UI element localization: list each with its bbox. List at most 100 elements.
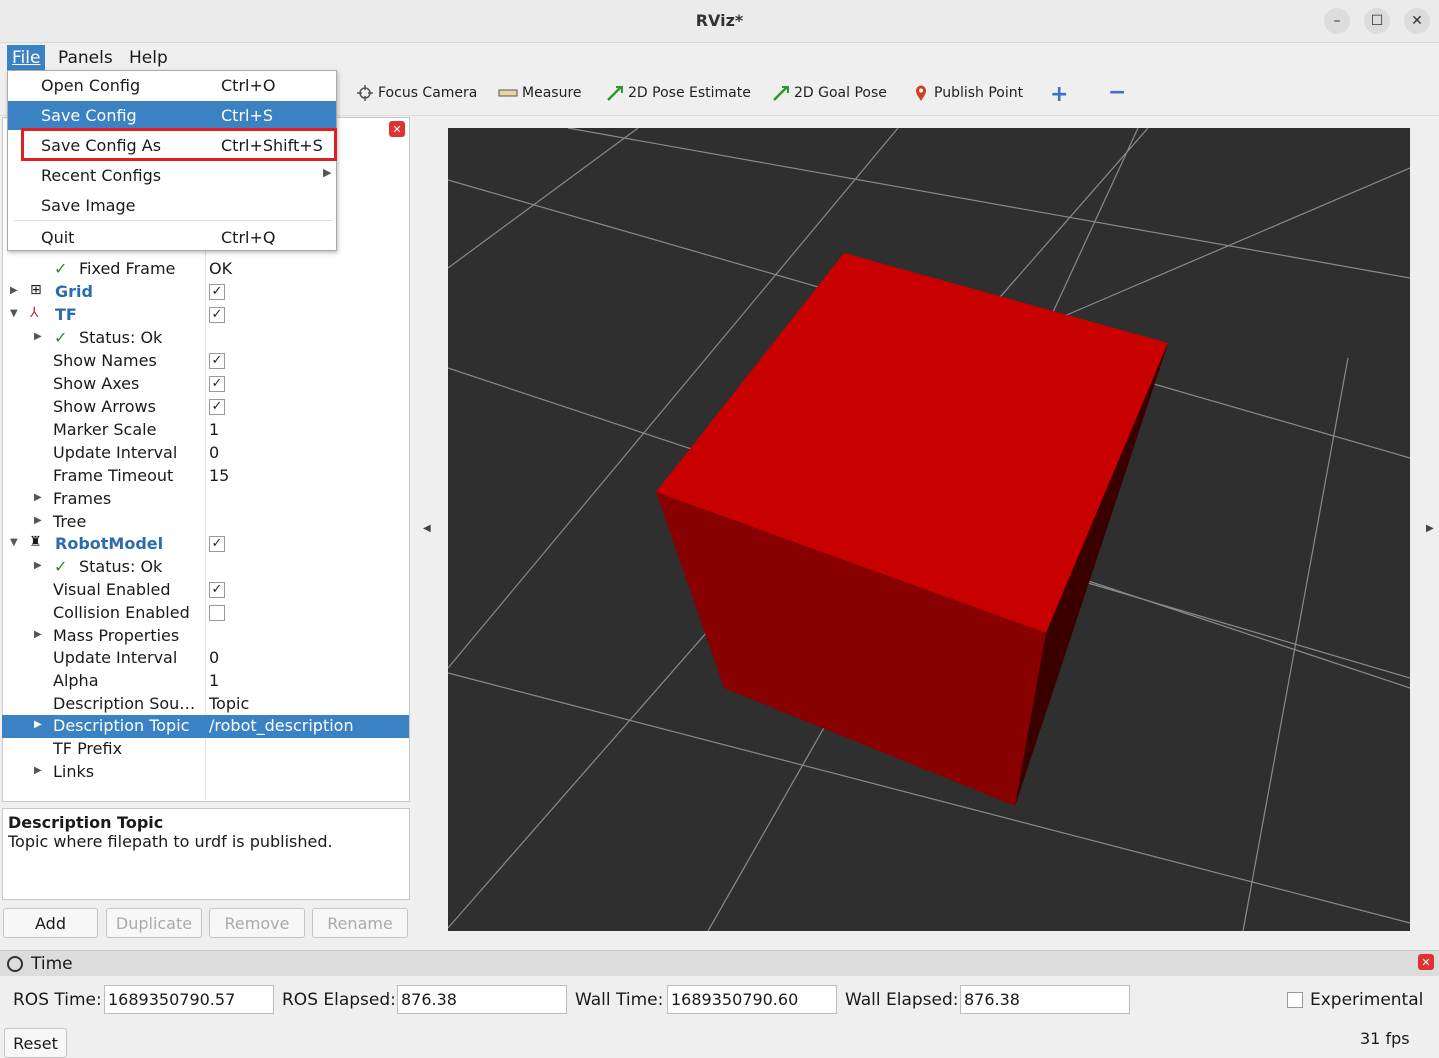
row-checkbox[interactable]: ✓	[209, 307, 225, 323]
add-tool-button[interactable]: +	[1050, 82, 1068, 107]
menu-panels[interactable]: Panels	[53, 45, 118, 70]
ros-time-label: ROS Time:	[13, 990, 102, 1010]
publish-point-tool[interactable]: Publish Point	[912, 84, 1023, 102]
green-arrow-icon	[772, 84, 790, 102]
row-value[interactable]: 1	[209, 671, 219, 690]
expand-arrow-icon[interactable]: ▶	[10, 285, 18, 296]
wall-time-label: Wall Time:	[575, 990, 664, 1010]
experimental-checkbox[interactable]	[1287, 992, 1303, 1008]
ros-elapsed-field[interactable]: 876.38	[397, 985, 567, 1014]
collapse-right-icon[interactable]: ▶	[1426, 523, 1434, 534]
duplicate-button[interactable]: Duplicate	[106, 908, 202, 938]
menu-file[interactable]: File	[7, 45, 46, 70]
tree-row[interactable]: ▶ Links	[2, 761, 409, 784]
tree-row[interactable]: TF Prefix	[2, 738, 409, 761]
row-value[interactable]: 0	[209, 648, 219, 667]
collapse-left-icon[interactable]: ◀	[423, 523, 431, 534]
window-titlebar: RViz* – ☐ ✕	[0, 0, 1439, 43]
menu-item-quit[interactable]: Quit Ctrl+Q	[8, 223, 336, 252]
focus-camera-tool[interactable]: Focus Camera	[356, 84, 477, 102]
minimize-button[interactable]: –	[1324, 8, 1350, 34]
measure-tool[interactable]: Measure	[498, 84, 582, 102]
tree-row[interactable]: Update Interval 0	[2, 442, 409, 465]
add-button[interactable]: Add	[3, 908, 98, 938]
tree-row-selected[interactable]: ▶ Description Topic /robot_description	[2, 715, 409, 738]
row-label: RobotModel	[55, 534, 164, 553]
tree-row[interactable]: Update Interval 0	[2, 647, 409, 670]
tree-row[interactable]: Visual Enabled ✓	[2, 579, 409, 602]
remove-button[interactable]: Remove	[209, 908, 305, 938]
pose-estimate-tool[interactable]: 2D Pose Estimate	[606, 84, 751, 102]
menu-item-save-config[interactable]: Save Config Ctrl+S	[8, 101, 336, 130]
collapse-arrow-icon[interactable]: ▼	[10, 308, 18, 319]
expand-arrow-icon[interactable]: ▶	[34, 765, 42, 776]
render-view[interactable]	[448, 128, 1410, 931]
reset-button[interactable]: Reset	[4, 1028, 67, 1058]
time-close-icon[interactable]: ✕	[1418, 954, 1434, 970]
wall-time-field[interactable]: 1689350790.60	[667, 985, 837, 1014]
row-value[interactable]: /robot_description	[209, 716, 354, 735]
expand-arrow-icon[interactable]: ▶	[34, 629, 42, 640]
row-value[interactable]: Topic	[209, 694, 249, 713]
tree-row[interactable]: ✓ Fixed Frame OK	[2, 258, 409, 281]
robot-icon: ♜	[29, 534, 42, 550]
expand-arrow-icon[interactable]: ▶	[34, 515, 42, 526]
row-label: Frame Timeout	[53, 466, 174, 485]
tree-row[interactable]: ▶ ✓ Status: Ok	[2, 327, 409, 350]
menubar: File Panels Help	[0, 43, 1439, 70]
row-checkbox[interactable]: ✓	[209, 353, 225, 369]
tree-row[interactable]: Description Sou… Topic	[2, 693, 409, 716]
expand-arrow-icon[interactable]: ▶	[34, 560, 42, 571]
wall-elapsed-field[interactable]: 876.38	[960, 985, 1130, 1014]
row-label: Marker Scale	[53, 420, 157, 439]
tree-row[interactable]: ▶ Frames	[2, 488, 409, 511]
tree-row-grid[interactable]: ▶ ⊞ Grid ✓	[2, 281, 409, 304]
menu-item-save-image[interactable]: Save Image	[8, 191, 336, 220]
maximize-button[interactable]: ☐	[1364, 8, 1390, 34]
expand-arrow-icon[interactable]: ▶	[34, 719, 42, 730]
row-label: Fixed Frame	[79, 259, 176, 278]
tree-row[interactable]: Frame Timeout 15	[2, 465, 409, 488]
menu-item-label: Quit	[41, 228, 75, 247]
menu-item-recent-configs[interactable]: Recent Configs ▶	[8, 161, 336, 190]
collapse-arrow-icon[interactable]: ▼	[10, 537, 18, 548]
tree-row[interactable]: Marker Scale 1	[2, 419, 409, 442]
window-title: RViz*	[695, 11, 744, 30]
menu-help[interactable]: Help	[124, 45, 173, 70]
row-checkbox[interactable]: ✓	[209, 536, 225, 552]
row-label: Visual Enabled	[53, 580, 171, 599]
displays-close-icon[interactable]: ✕	[389, 121, 405, 137]
row-label: Status: Ok	[79, 328, 163, 347]
tree-row[interactable]: ▶ Tree	[2, 511, 409, 534]
row-value[interactable]: 1	[209, 420, 219, 439]
remove-tool-button[interactable]: −	[1108, 80, 1126, 105]
row-value[interactable]: 15	[209, 466, 229, 485]
close-window-button[interactable]: ✕	[1404, 8, 1430, 34]
row-checkbox[interactable]: ✓	[209, 582, 225, 598]
expand-arrow-icon[interactable]: ▶	[34, 492, 42, 503]
tree-row[interactable]: Show Arrows ✓	[2, 396, 409, 419]
tree-row[interactable]: Show Names ✓	[2, 350, 409, 373]
ros-time-field[interactable]: 1689350790.57	[104, 985, 274, 1014]
tree-row[interactable]: ▶ ✓ Status: Ok	[2, 556, 409, 579]
tree-row[interactable]: Collision Enabled	[2, 602, 409, 625]
rename-button[interactable]: Rename	[312, 908, 408, 938]
goal-pose-tool[interactable]: 2D Goal Pose	[772, 84, 887, 102]
menu-item-shortcut: Ctrl+S	[221, 106, 274, 125]
menu-item-open-config[interactable]: Open Config Ctrl+O	[8, 71, 336, 100]
row-checkbox[interactable]	[209, 605, 225, 621]
tree-row[interactable]: ▶ Mass Properties	[2, 625, 409, 648]
tree-row[interactable]: Show Axes ✓	[2, 373, 409, 396]
expand-arrow-icon[interactable]: ▶	[34, 331, 42, 342]
row-checkbox[interactable]: ✓	[209, 376, 225, 392]
tree-row[interactable]: Alpha 1	[2, 670, 409, 693]
row-label: Grid	[55, 282, 93, 301]
crosshair-icon	[356, 84, 374, 102]
row-checkbox[interactable]: ✓	[209, 399, 225, 415]
tree-row-robotmodel[interactable]: ▼ ♜ RobotModel ✓	[2, 533, 409, 556]
row-label: Alpha	[53, 671, 99, 690]
row-checkbox[interactable]: ✓	[209, 284, 225, 300]
row-value[interactable]: 0	[209, 443, 219, 462]
tree-row-tf[interactable]: ▼ ⅄ TF ✓	[2, 304, 409, 327]
ros-elapsed-label: ROS Elapsed:	[282, 990, 396, 1010]
